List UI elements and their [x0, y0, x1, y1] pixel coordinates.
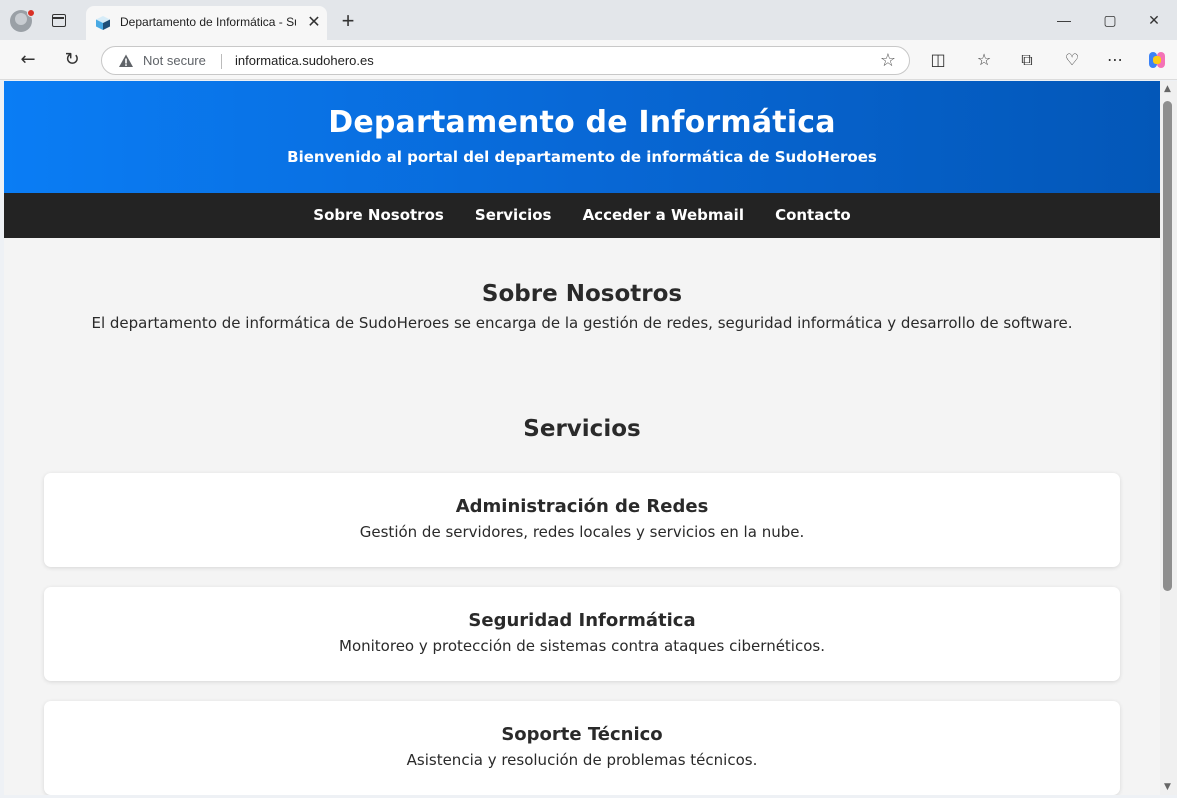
cube-favicon-icon [96, 16, 110, 30]
close-window-button[interactable]: ✕ [1131, 0, 1177, 40]
refresh-icon[interactable]: ↻ [57, 46, 87, 74]
security-status[interactable]: Not secure [143, 53, 206, 68]
main-navigation: Sobre Nosotros Servicios Acceder a Webma… [4, 193, 1160, 238]
browser-essentials-icon[interactable]: ♡ [1061, 49, 1083, 71]
service-description: Asistencia y resolución de problemas téc… [406, 751, 758, 769]
service-card: Seguridad Informática Monitoreo y protec… [44, 587, 1120, 681]
vertical-scrollbar[interactable]: ▲ ▼ [1160, 81, 1177, 795]
warning-triangle-icon[interactable] [118, 53, 134, 69]
favorite-star-icon[interactable]: ☆ [880, 50, 896, 71]
nav-link-servicios[interactable]: Servicios [475, 193, 552, 238]
nav-link-webmail[interactable]: Acceder a Webmail [583, 193, 744, 238]
about-text: El departamento de informática de SudoHe… [91, 314, 1073, 332]
browser-titlebar: Departamento de Informática - SudoHeroes… [0, 0, 1177, 40]
address-divider [221, 54, 222, 69]
service-card: Administración de Redes Gestión de servi… [44, 473, 1120, 567]
service-title: Seguridad Informática [468, 610, 696, 631]
scrollbar-thumb[interactable] [1163, 101, 1172, 591]
copilot-icon[interactable] [1146, 49, 1168, 71]
address-bar[interactable]: Not secure informatica.sudohero.es ☆ [101, 46, 910, 75]
scroll-down-arrow-icon[interactable]: ▼ [1164, 782, 1171, 792]
page-viewport: Departamento de Informática Bienvenido a… [4, 81, 1160, 795]
service-description: Monitoreo y protección de sistemas contr… [339, 637, 825, 655]
nav-link-contacto[interactable]: Contacto [775, 193, 851, 238]
maximize-button[interactable]: ▢ [1087, 0, 1133, 40]
collections-icon[interactable]: ⧉ [1016, 49, 1038, 71]
more-options-icon[interactable]: ⋯ [1104, 49, 1126, 71]
browser-toolbar: ← ↻ Not secure informatica.sudohero.es ☆… [0, 40, 1177, 80]
site-header: Departamento de Informática Bienvenido a… [4, 81, 1160, 193]
tab-actions-icon[interactable] [52, 14, 66, 27]
service-title: Administración de Redes [455, 496, 709, 517]
notification-dot [27, 9, 35, 17]
favorites-list-icon[interactable]: ☆ [973, 49, 995, 71]
new-tab-button[interactable]: + [336, 9, 360, 33]
tab-close-icon[interactable]: ✕ [303, 11, 325, 33]
tab-title: Departamento de Informática - SudoHeroes [120, 15, 296, 29]
site-subtitle: Bienvenido al portal del departamento de… [287, 148, 877, 166]
back-arrow-icon[interactable]: ← [13, 46, 43, 74]
minimize-button[interactable]: — [1041, 0, 1087, 40]
site-title: Departamento de Informática [328, 105, 836, 140]
scroll-up-arrow-icon[interactable]: ▲ [1164, 84, 1171, 94]
browser-tab[interactable]: Departamento de Informática - SudoHeroes… [86, 6, 327, 40]
split-screen-icon[interactable]: ◫ [927, 49, 949, 71]
url-text[interactable]: informatica.sudohero.es [235, 53, 374, 68]
service-card: Soporte Técnico Asistencia y resolución … [44, 701, 1120, 795]
service-description: Gestión de servidores, redes locales y s… [359, 523, 805, 541]
nav-link-sobre-nosotros[interactable]: Sobre Nosotros [313, 193, 444, 238]
service-title: Soporte Técnico [501, 724, 663, 745]
about-section: Sobre Nosotros El departamento de inform… [4, 281, 1160, 332]
services-heading: Servicios [523, 416, 641, 442]
about-heading: Sobre Nosotros [481, 281, 683, 307]
